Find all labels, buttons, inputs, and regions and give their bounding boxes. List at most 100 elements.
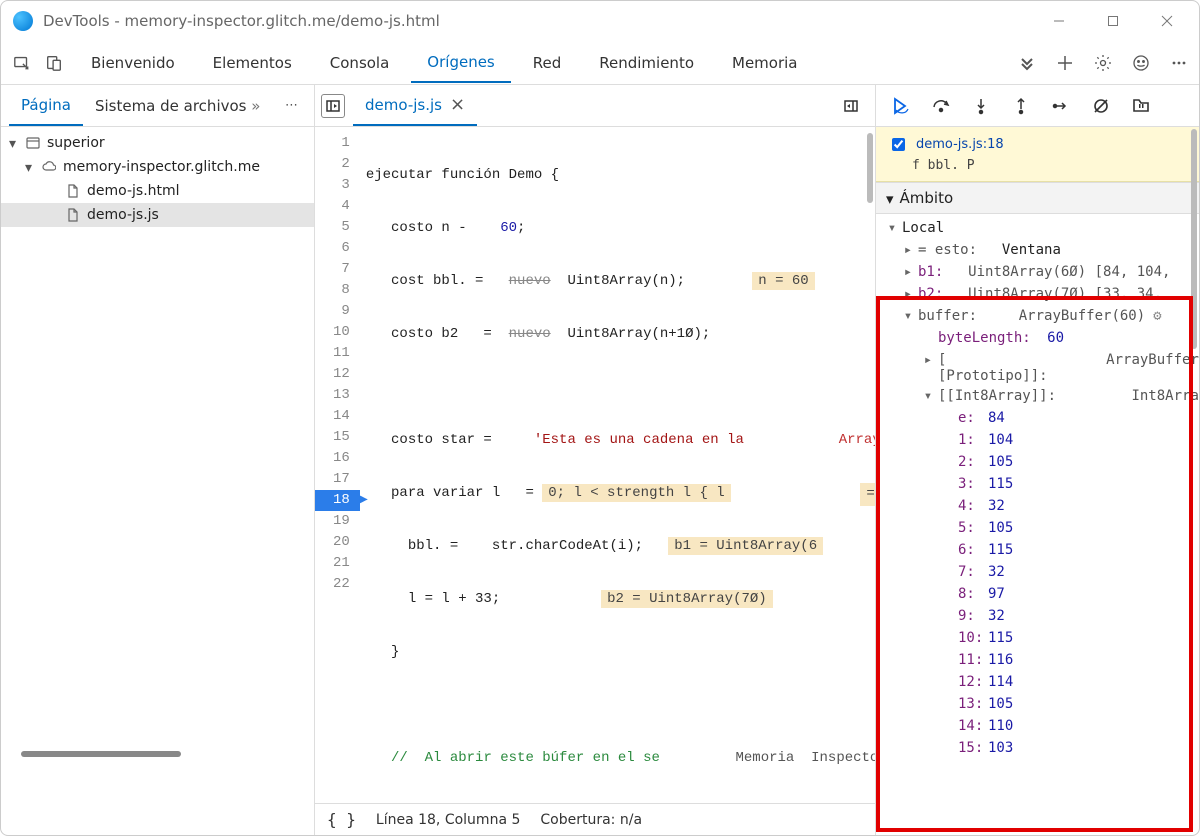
step-into-icon[interactable] xyxy=(970,95,992,117)
tab-sources[interactable]: Orígenes xyxy=(411,43,510,83)
step-over-icon[interactable] xyxy=(930,95,952,117)
scope-body: ▾Local ▸= esto: Ventana ▸b1: Uint8Array(… xyxy=(876,214,1199,764)
code-line: para variar l = 0; l < strength l { l = … xyxy=(366,483,875,504)
breakpoint-checkbox[interactable] xyxy=(892,138,905,151)
array-entry[interactable]: 11: 116 xyxy=(886,650,1195,672)
inline-value-badge: = 39, s xyxy=(860,483,875,506)
vertical-scrollbar[interactable] xyxy=(867,133,873,203)
prop-label: b2: xyxy=(918,286,943,302)
scope-buffer[interactable]: ▾buffer: ArrayBuffer(60)⚙ xyxy=(886,306,1195,328)
array-entry[interactable]: 6: 115 xyxy=(886,540,1195,562)
code-line: // Al abrir este búfer en el se Memoria … xyxy=(366,748,875,769)
array-entry[interactable]: 15: 103 xyxy=(886,738,1195,760)
settings-icon[interactable] xyxy=(1093,53,1113,73)
debugger-panel: demo-js.js:18 f bbl. P ▾ Ámbito ▾Local ▸… xyxy=(876,85,1199,835)
prop-value: Ventana xyxy=(1002,242,1061,258)
navigator-sidebar: Página Sistema de archivos » ⋯ ▾ superio… xyxy=(1,85,315,835)
array-entry[interactable]: 2: 105 xyxy=(886,452,1195,474)
pause-exceptions-icon[interactable] xyxy=(1130,95,1152,117)
add-tab-icon[interactable] xyxy=(1055,53,1075,73)
array-entry[interactable]: 5: 105 xyxy=(886,518,1195,540)
more-tabs-icon[interactable] xyxy=(1017,53,1037,73)
pretty-print-icon[interactable]: { } xyxy=(327,810,356,829)
inline-type-badge: ArrayBuffer xyxy=(839,430,875,451)
inline-value-badge: n = 60 xyxy=(752,272,814,290)
kebab-icon[interactable] xyxy=(1169,53,1189,73)
resume-icon[interactable] xyxy=(890,95,912,117)
step-out-icon[interactable] xyxy=(1010,95,1032,117)
minimize-button[interactable] xyxy=(1039,7,1079,35)
code-editor[interactable]: 1234567891011121314151617 18▶ 19202122 e… xyxy=(315,127,875,803)
feedback-icon[interactable] xyxy=(1131,53,1151,73)
array-entry[interactable]: 10: 115 xyxy=(886,628,1195,650)
scope-b2[interactable]: ▸b2: Uint8Array(7Ø) [33, 34, xyxy=(886,284,1195,306)
tree-domain[interactable]: ▾ memory-inspector.glitch.me xyxy=(1,155,314,179)
editor-statusbar: { } Línea 18, Columna 5 Cobertura: n/a xyxy=(315,803,875,835)
scope-bytelength[interactable]: byteLength: 60 xyxy=(886,328,1195,350)
array-entry[interactable]: 7: 32 xyxy=(886,562,1195,584)
device-icon[interactable] xyxy=(43,52,65,74)
toggle-navigator-icon[interactable] xyxy=(321,94,345,118)
code-line: bbl. = str.charCodeAt(i); b1 = Uint8Arra… xyxy=(366,536,875,557)
scope-title: Ámbito xyxy=(900,189,954,207)
scope-int8array[interactable]: ▾[[Int8Array]]: Int8Array« xyxy=(886,386,1195,408)
maximize-button[interactable] xyxy=(1093,7,1133,35)
array-entry[interactable]: 3: 115 xyxy=(886,474,1195,496)
tab-elements[interactable]: Elementos xyxy=(197,44,308,82)
inspect-icon[interactable] xyxy=(11,52,33,74)
tree-file-js[interactable]: demo-js.js xyxy=(1,203,314,227)
toggle-debugger-icon[interactable] xyxy=(839,94,863,118)
scope-prototype[interactable]: ▸[ [Prototipo]]: ArrayBuffer xyxy=(886,350,1195,386)
prop-label: byteLength: xyxy=(938,330,1031,346)
array-entry[interactable]: e: 84 xyxy=(886,408,1195,430)
scope-b1[interactable]: ▸b1: Uint8Array(6Ø) [84, 104, xyxy=(886,262,1195,284)
breakpoint-location: demo-js.js:18 xyxy=(916,137,1004,152)
horizontal-scrollbar[interactable] xyxy=(21,751,181,757)
deactivate-breakpoints-icon[interactable] xyxy=(1090,95,1112,117)
file-tree: ▾ superior ▾ memory-inspector.glitch.me … xyxy=(1,127,314,231)
sidebar-tab-filesystem[interactable]: Sistema de archivos » xyxy=(83,87,273,125)
scope-this[interactable]: ▸= esto: Ventana xyxy=(886,240,1195,262)
array-entry[interactable]: 4: 32 xyxy=(886,496,1195,518)
array-entry[interactable]: 14: 110 xyxy=(886,716,1195,738)
coverage-status: Cobertura: n/a xyxy=(540,812,642,828)
close-tab-icon[interactable]: × xyxy=(450,96,465,114)
array-entry[interactable]: 13: 105 xyxy=(886,694,1195,716)
array-entry[interactable]: 9: 32 xyxy=(886,606,1195,628)
scope-header[interactable]: ▾ Ámbito xyxy=(876,182,1199,214)
tree-file-html[interactable]: demo-js.html xyxy=(1,179,314,203)
code-line xyxy=(366,377,875,398)
prop-label: [ [Prototipo]]: xyxy=(938,352,1048,384)
main-toolbar: Bienvenido Elementos Consola Orígenes Re… xyxy=(1,41,1199,85)
prop-value: Uint8Array(7Ø) [33, 34, xyxy=(968,286,1162,302)
editor-tab-label: demo-js.js xyxy=(365,96,442,114)
cursor-position: Línea 18, Columna 5 xyxy=(376,812,520,828)
titlebar: DevTools - memory-inspector.glitch.me/de… xyxy=(1,1,1199,41)
file-icon xyxy=(65,207,81,223)
code-line: } xyxy=(366,642,875,663)
tab-network[interactable]: Red xyxy=(517,44,578,82)
step-icon[interactable] xyxy=(1050,95,1072,117)
gear-icon[interactable]: ⚙ xyxy=(1153,308,1161,324)
prop-label: b1: xyxy=(918,264,943,280)
vertical-scrollbar[interactable] xyxy=(1191,129,1197,349)
editor-tab-demo-js[interactable]: demo-js.js × xyxy=(353,86,477,126)
array-entry[interactable]: 8: 97 xyxy=(886,584,1195,606)
tree-top[interactable]: ▾ superior xyxy=(1,131,314,155)
code-line: costo b2 = nuevo Uint8Array(n+1Ø); xyxy=(366,324,875,345)
tab-welcome[interactable]: Bienvenido xyxy=(75,44,191,82)
chevron-down-icon: ▾ xyxy=(9,136,19,152)
close-button[interactable] xyxy=(1147,7,1187,35)
sidebar-more-icon[interactable]: ⋯ xyxy=(277,98,306,113)
breakpoint-row[interactable]: demo-js.js:18 xyxy=(888,135,1187,154)
tab-memory[interactable]: Memoria xyxy=(716,44,814,82)
tab-console[interactable]: Consola xyxy=(314,44,406,82)
sidebar-tab-page[interactable]: Página xyxy=(9,86,83,126)
array-entry[interactable]: 12: 114 xyxy=(886,672,1195,694)
tab-performance[interactable]: Rendimiento xyxy=(583,44,710,82)
scope-local[interactable]: ▾Local xyxy=(886,218,1195,240)
breakpoint-box: demo-js.js:18 f bbl. P xyxy=(876,127,1199,182)
array-entry[interactable]: 1: 104 xyxy=(886,430,1195,452)
chevron-down-icon: ▾ xyxy=(886,190,894,208)
prop-value: Int8Array« xyxy=(1131,388,1199,404)
